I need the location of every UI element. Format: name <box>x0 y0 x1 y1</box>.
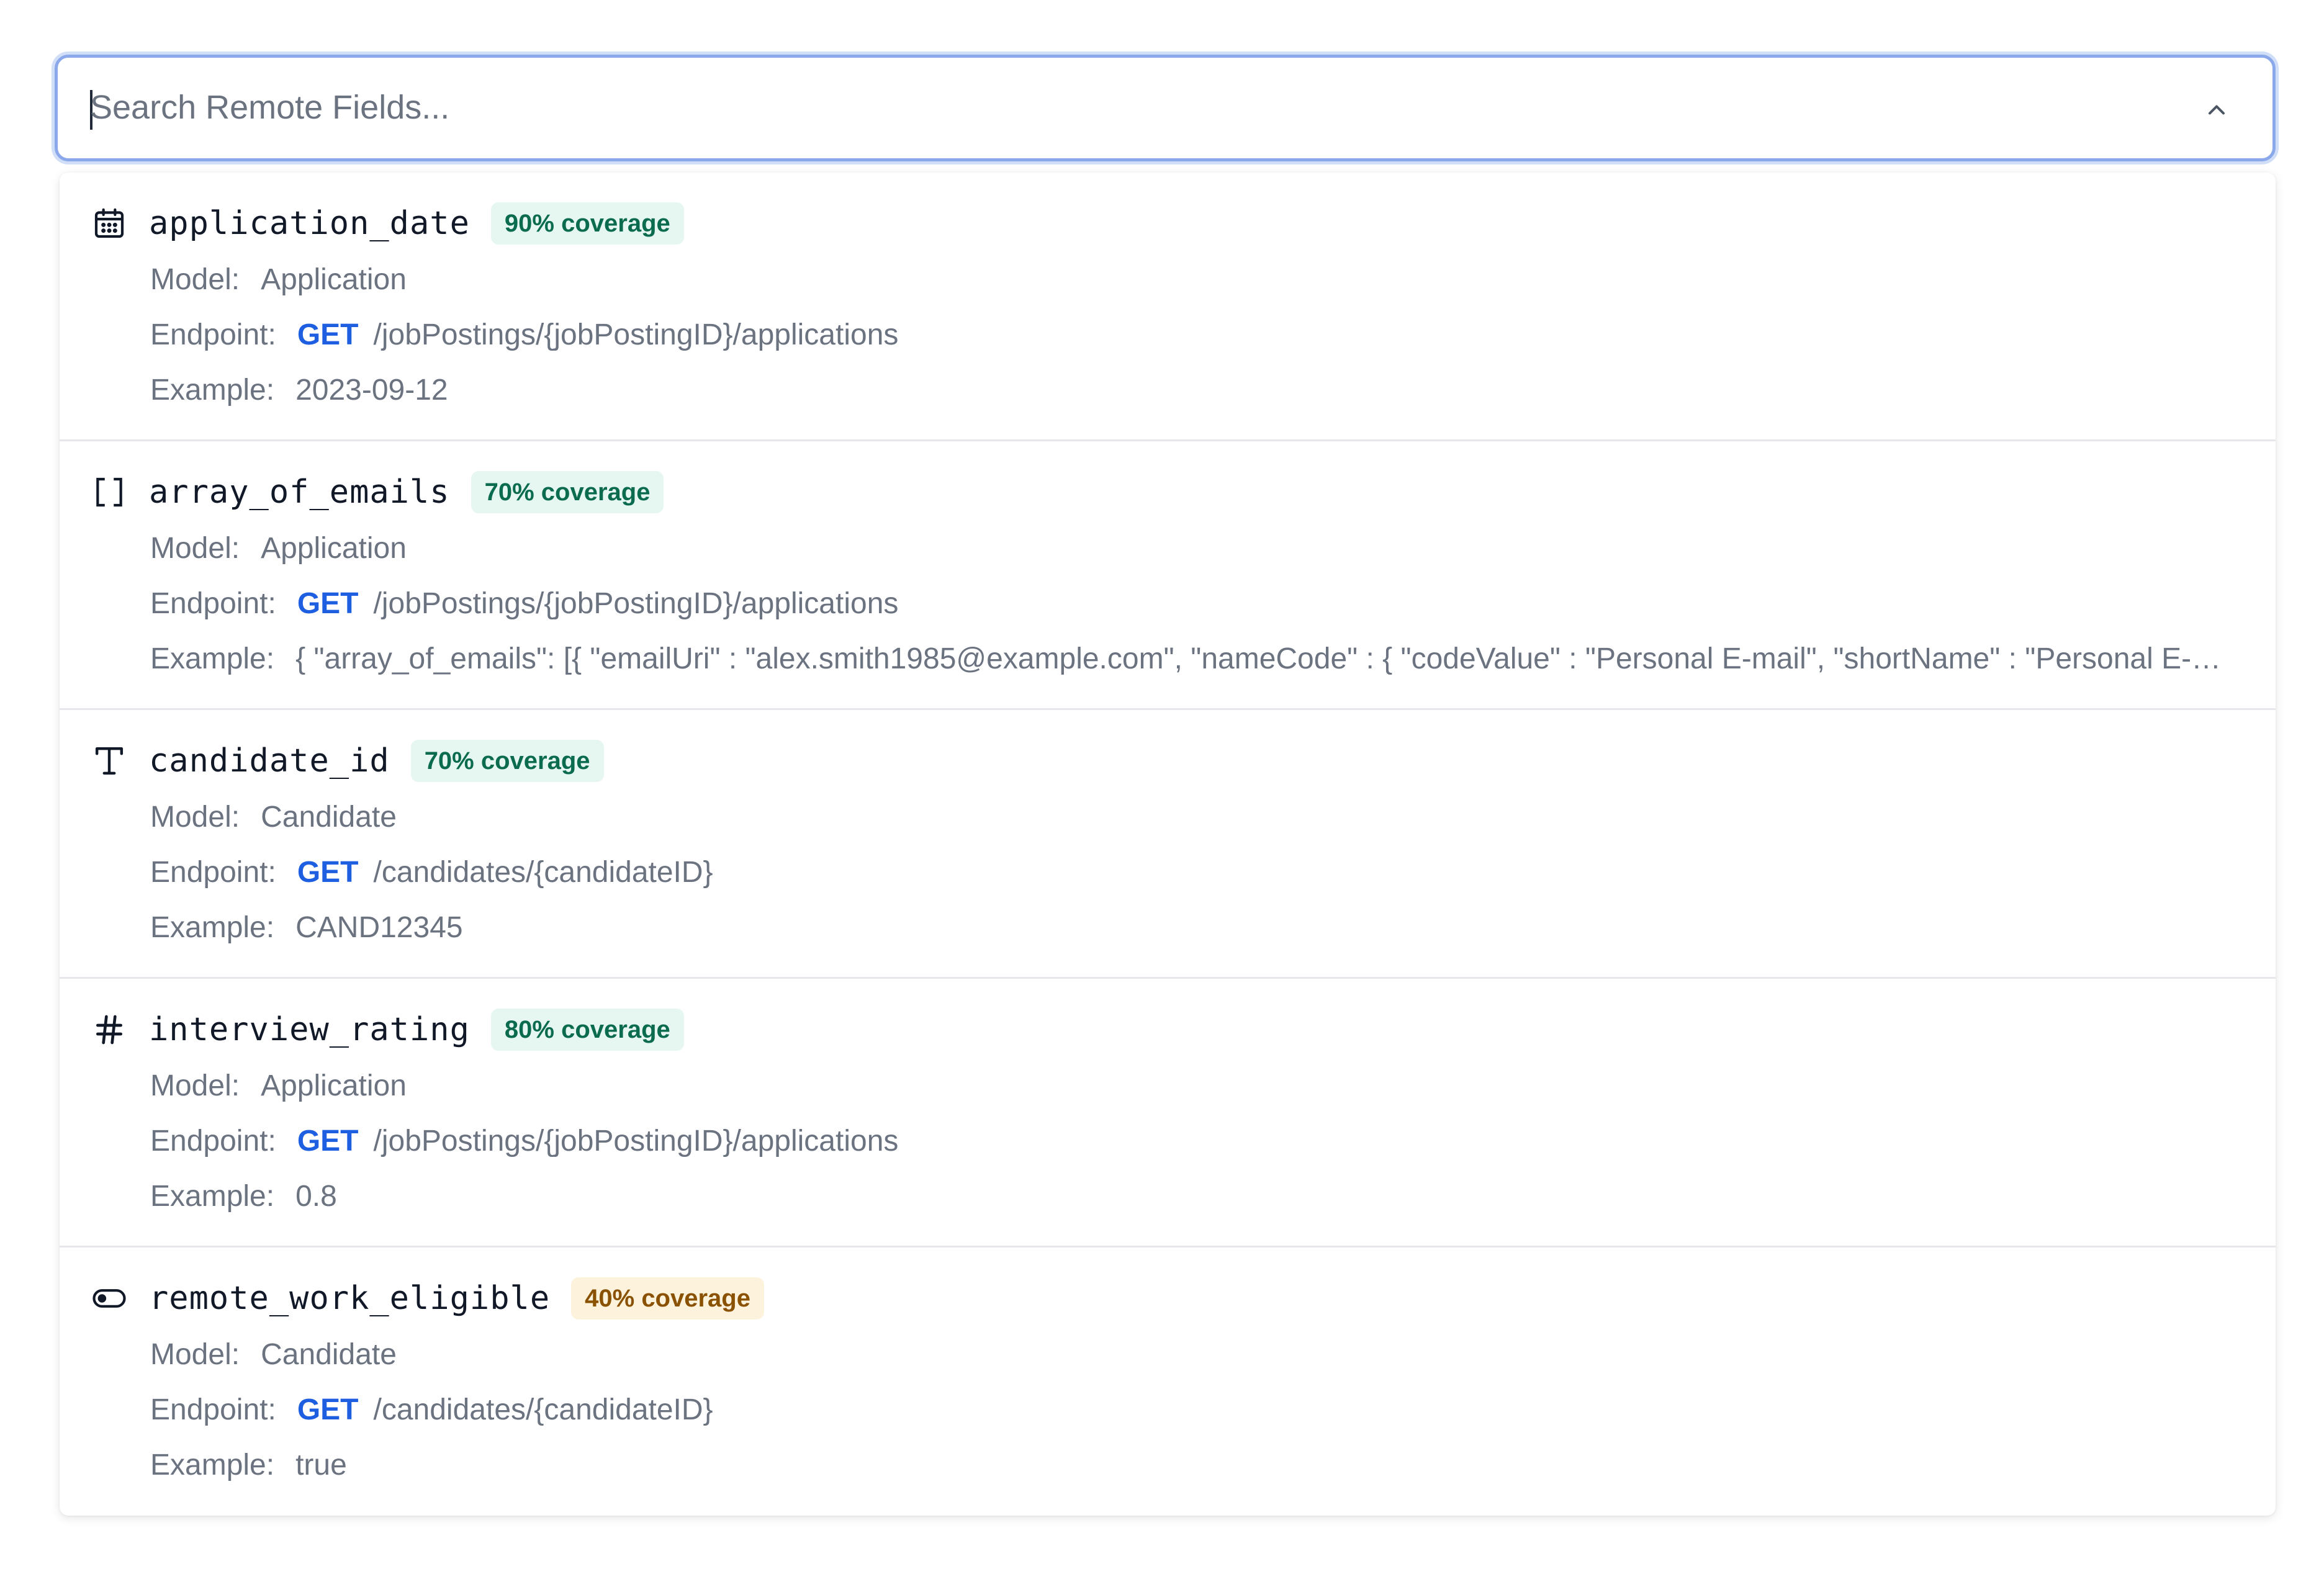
example-label: Example: <box>150 642 275 675</box>
endpoint-path: /candidates/{candidateID} <box>373 1393 713 1426</box>
example-row: Example: true <box>150 1445 347 1485</box>
list-item[interactable]: application_date 90% coverage Model: App… <box>60 173 2276 441</box>
field-name: application_date <box>149 205 470 242</box>
example-value: { "array_of_emails": [{ "emailUri" : "al… <box>295 642 2227 675</box>
field-name: candidate_id <box>149 742 390 780</box>
endpoint-row: Endpoint: GET /candidates/{candidateID} <box>150 1390 713 1429</box>
endpoint-path: /jobPostings/{jobPostingID}/applications <box>373 318 899 351</box>
field-name: array_of_emails <box>149 474 450 511</box>
endpoint-row: Endpoint: GET /jobPostings/{jobPostingID… <box>150 315 898 354</box>
endpoint-path: /jobPostings/{jobPostingID}/applications <box>373 587 899 620</box>
coverage-badge: 40% coverage <box>571 1277 764 1319</box>
field-header: remote_work_eligible 40% coverage <box>92 1276 764 1321</box>
endpoint-path: /candidates/{candidateID} <box>373 855 713 889</box>
example-label: Example: <box>150 1448 275 1481</box>
example-value: 0.8 <box>295 1179 337 1213</box>
example-label: Example: <box>150 1179 275 1213</box>
endpoint-label: Endpoint: <box>150 855 276 889</box>
search-combobox[interactable] <box>55 55 2276 161</box>
model-label: Model: <box>150 800 240 834</box>
coverage-badge: 70% coverage <box>410 740 604 782</box>
endpoint-row: Endpoint: GET /jobPostings/{jobPostingID… <box>150 583 898 623</box>
model-value: Candidate <box>261 1337 397 1371</box>
endpoint-label: Endpoint: <box>150 318 276 351</box>
toggle-icon <box>92 1281 127 1316</box>
http-method: GET <box>297 318 359 351</box>
coverage-badge: 90% coverage <box>490 202 684 245</box>
example-row: Example: { "array_of_emails": [{ "emailU… <box>150 639 2226 678</box>
field-header: application_date 90% coverage <box>92 201 684 246</box>
remote-field-picker: application_date 90% coverage Model: App… <box>0 0 2324 1569</box>
chevron-up-icon[interactable] <box>2200 94 2233 126</box>
model-row: Model: Candidate <box>150 797 397 837</box>
example-value: true <box>295 1448 347 1481</box>
example-label: Example: <box>150 373 275 407</box>
http-method: GET <box>297 855 359 889</box>
example-row: Example: 0.8 <box>150 1176 337 1216</box>
field-header: array_of_emails 70% coverage <box>92 470 664 515</box>
array-brackets-icon <box>92 475 127 510</box>
endpoint-label: Endpoint: <box>150 587 276 620</box>
endpoint-label: Endpoint: <box>150 1393 276 1426</box>
model-label: Model: <box>150 531 240 565</box>
calendar-icon <box>92 206 127 241</box>
list-item[interactable]: candidate_id 70% coverage Model: Candida… <box>60 710 2276 979</box>
http-method: GET <box>297 1393 359 1426</box>
model-value: Application <box>261 1069 407 1102</box>
model-row: Model: Application <box>150 528 407 568</box>
list-item[interactable]: interview_rating 80% coverage Model: App… <box>60 979 2276 1248</box>
model-value: Application <box>261 263 407 296</box>
example-row: Example: 2023-09-12 <box>150 370 448 410</box>
example-label: Example: <box>150 910 275 944</box>
endpoint-path: /jobPostings/{jobPostingID}/applications <box>373 1124 899 1158</box>
example-value: CAND12345 <box>295 910 463 944</box>
endpoint-row: Endpoint: GET /candidates/{candidateID} <box>150 852 713 892</box>
model-value: Candidate <box>261 800 397 834</box>
results-dropdown: application_date 90% coverage Model: App… <box>60 173 2276 1516</box>
list-item[interactable]: remote_work_eligible 40% coverage Model:… <box>60 1248 2276 1516</box>
search-input[interactable] <box>90 70 2138 145</box>
example-row: Example: CAND12345 <box>150 907 463 947</box>
field-header: candidate_id 70% coverage <box>92 739 604 783</box>
model-row: Model: Application <box>150 1066 407 1105</box>
field-name: remote_work_eligible <box>149 1280 551 1317</box>
model-row: Model: Application <box>150 259 407 299</box>
text-type-icon <box>92 744 127 778</box>
http-method: GET <box>297 1124 359 1158</box>
endpoint-label: Endpoint: <box>150 1124 276 1158</box>
field-header: interview_rating 80% coverage <box>92 1007 684 1052</box>
hash-icon <box>92 1012 127 1047</box>
coverage-badge: 70% coverage <box>471 471 664 513</box>
model-label: Model: <box>150 1337 240 1371</box>
list-item[interactable]: array_of_emails 70% coverage Model: Appl… <box>60 441 2276 710</box>
model-row: Model: Candidate <box>150 1334 397 1374</box>
example-value: 2023-09-12 <box>295 373 448 407</box>
model-label: Model: <box>150 263 240 296</box>
endpoint-row: Endpoint: GET /jobPostings/{jobPostingID… <box>150 1121 898 1161</box>
coverage-badge: 80% coverage <box>490 1009 684 1051</box>
model-value: Application <box>261 531 407 565</box>
http-method: GET <box>297 587 359 620</box>
model-label: Model: <box>150 1069 240 1102</box>
field-name: interview_rating <box>149 1011 470 1048</box>
